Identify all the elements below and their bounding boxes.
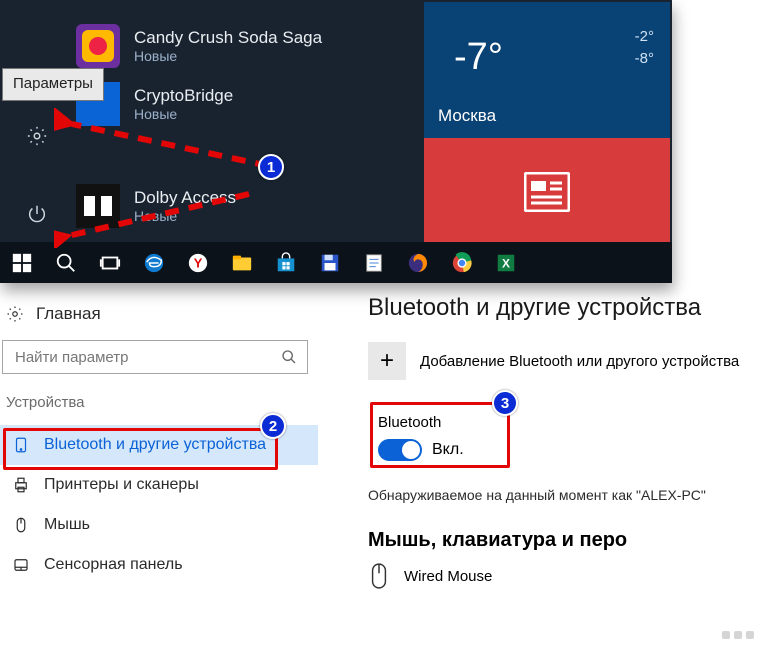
edge-icon[interactable] xyxy=(132,242,176,283)
svg-text:Y: Y xyxy=(194,255,203,270)
add-device-button[interactable]: + Добавление Bluetooth или другого устро… xyxy=(368,342,756,380)
app-sub: Новые xyxy=(134,208,236,224)
weather-city: Москва xyxy=(438,106,656,126)
app-title: CryptoBridge xyxy=(134,86,233,106)
home-label: Главная xyxy=(36,304,101,324)
nav-label: Сенсорная панель xyxy=(44,556,183,574)
notepad-icon[interactable] xyxy=(352,242,396,283)
firefox-icon[interactable] xyxy=(396,242,440,283)
power-rail-button[interactable] xyxy=(0,186,74,242)
device-item[interactable]: Wired Mouse xyxy=(368,562,756,590)
nav-touchpad[interactable]: Сенсорная панель xyxy=(0,545,318,585)
annotation-box-2 xyxy=(3,428,278,470)
nav-printers[interactable]: Принтеры и сканеры xyxy=(0,465,318,505)
search-placeholder: Найти параметр xyxy=(15,349,129,366)
nav-mouse[interactable]: Мышь xyxy=(0,505,318,545)
app-sub: Новые xyxy=(134,106,233,122)
weather-tile[interactable]: -7° -2°-8° Москва xyxy=(424,2,670,138)
save-icon[interactable] xyxy=(308,242,352,283)
annotation-box-3 xyxy=(370,402,510,468)
add-label: Добавление Bluetooth или другого устройс… xyxy=(420,353,739,370)
mouse-icon xyxy=(368,562,390,590)
news-tile[interactable] xyxy=(424,138,670,246)
dots-icon xyxy=(722,631,754,639)
taskview-button[interactable] xyxy=(88,242,132,283)
app-item[interactable]: Dolby Access Новые xyxy=(74,178,354,234)
app-sub: Новые xyxy=(134,48,322,64)
sub-head: Мышь, клавиатура и перо xyxy=(368,529,756,552)
app-item[interactable]: CryptoBridge Новые xyxy=(74,76,354,132)
search-input[interactable]: Найти параметр xyxy=(2,340,308,374)
nav-label: Мышь xyxy=(44,516,90,534)
yandex-icon[interactable]: Y xyxy=(176,242,220,283)
settings-rail-button[interactable] xyxy=(0,108,74,164)
badge-3: 3 xyxy=(492,390,518,416)
search-taskbar-button[interactable] xyxy=(44,242,88,283)
badge-2: 2 xyxy=(260,413,286,439)
excel-icon[interactable]: X xyxy=(484,242,528,283)
badge-1: 1 xyxy=(258,154,284,180)
weather-range: -2°-8° xyxy=(635,26,654,70)
candy-crush-icon xyxy=(74,22,122,70)
search-icon xyxy=(281,349,297,365)
home-button[interactable]: Главная xyxy=(0,294,318,330)
weather-temp: -7° xyxy=(454,36,503,79)
app-item[interactable]: Candy Crush Soda Saga Новые xyxy=(74,18,354,74)
start-button[interactable] xyxy=(0,242,44,283)
page-title: Bluetooth и другие устройства xyxy=(368,294,756,322)
app-title: Candy Crush Soda Saga xyxy=(134,28,322,48)
explorer-icon[interactable] xyxy=(220,242,264,283)
plus-icon: + xyxy=(368,342,406,380)
chrome-icon[interactable] xyxy=(440,242,484,283)
discoverable-text: Обнаруживаемое на данный момент как "ALE… xyxy=(368,487,756,503)
store-icon[interactable] xyxy=(264,242,308,283)
nav-label: Принтеры и сканеры xyxy=(44,476,199,494)
settings-tooltip: Параметры xyxy=(2,68,104,101)
device-name: Wired Mouse xyxy=(404,568,492,585)
start-menu: Candy Crush Soda Saga Новые CryptoBridge… xyxy=(0,0,672,283)
start-rail xyxy=(0,0,74,283)
svg-text:X: X xyxy=(502,256,510,270)
section-head: Устройства xyxy=(6,394,318,411)
dolby-icon xyxy=(74,182,122,230)
news-icon xyxy=(524,172,570,212)
app-title: Dolby Access xyxy=(134,188,236,208)
taskbar: Y X xyxy=(0,242,672,283)
